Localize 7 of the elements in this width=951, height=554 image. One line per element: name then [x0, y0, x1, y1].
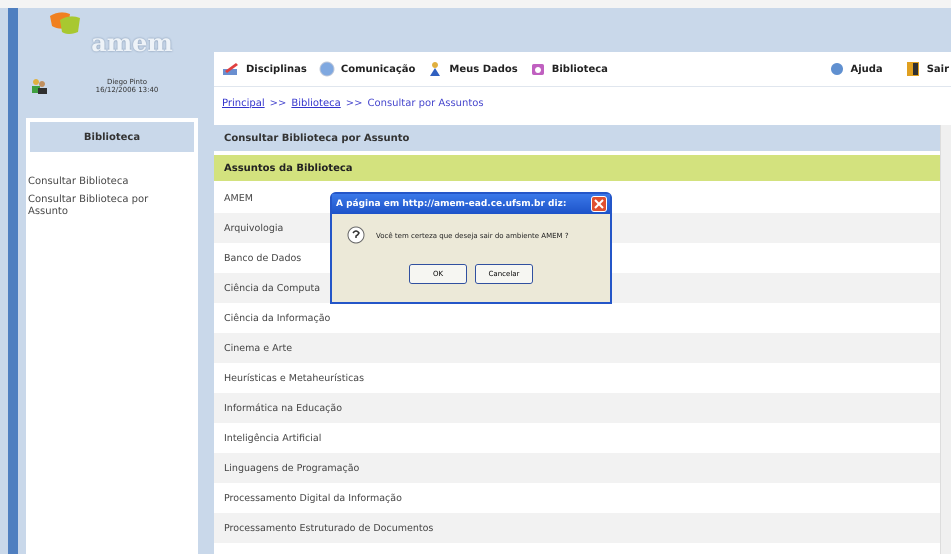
- breadcrumb-text: >>: [346, 98, 363, 108]
- dialog-title: A página em http://amem-ead.ce.ufsm.br diz:: [336, 199, 566, 209]
- breadcrumb-text: Consultar por Assuntos: [368, 98, 484, 108]
- sidebar-title: Biblioteca: [30, 122, 194, 152]
- page-title: Consultar Biblioteca por Assunto: [214, 125, 940, 151]
- table-header: Assuntos da Biblioteca: [214, 155, 940, 181]
- breadcrumb-text: >>: [270, 98, 286, 108]
